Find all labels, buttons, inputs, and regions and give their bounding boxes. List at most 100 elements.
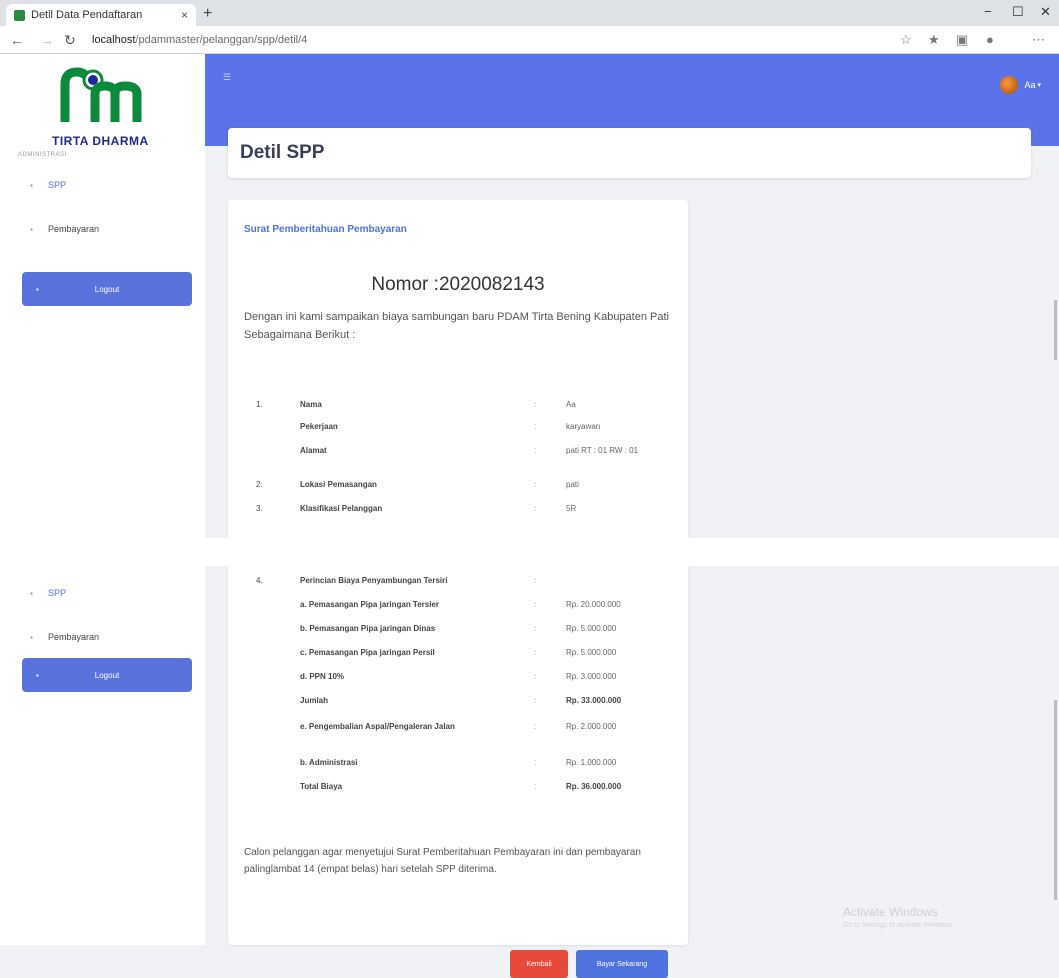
forward-icon[interactable]: → bbox=[40, 32, 54, 48]
scrollbar[interactable] bbox=[1054, 300, 1057, 360]
user-name: Aa bbox=[1024, 80, 1036, 90]
row-colon: : bbox=[534, 722, 537, 731]
page-header: Detil SPP bbox=[228, 128, 1031, 178]
row-value: Aa bbox=[566, 400, 576, 409]
spp-number: Nomor :2020082143 bbox=[371, 274, 545, 295]
row-colon: : bbox=[534, 624, 537, 633]
sidebar: TIRTA DHARMA ADMINISTRASI ▪ SPP ▪ Pembay… bbox=[0, 54, 205, 945]
row-colon: : bbox=[534, 576, 537, 585]
row-value: Rp. 20.000.000 bbox=[566, 600, 621, 609]
logout-button[interactable]: ▪ Logout bbox=[22, 658, 192, 692]
browser-tab[interactable]: Detil Data Pendaftaran × bbox=[6, 4, 196, 26]
capture-divider bbox=[0, 538, 1059, 566]
minimize-icon[interactable]: − bbox=[984, 4, 992, 19]
spp-icon: ▪ bbox=[30, 180, 33, 190]
sidebar-item-label: Pembayaran bbox=[48, 632, 100, 642]
row-label: e. Pengembalian Aspal/Pengaleran Jalan bbox=[300, 722, 455, 731]
tirta-dharma-logo bbox=[60, 67, 142, 122]
row-value: Rp. 1.000.000 bbox=[566, 758, 617, 767]
sidebar-item-label: SPP bbox=[48, 588, 67, 598]
avatar bbox=[1000, 76, 1019, 94]
row-value: pati bbox=[566, 480, 579, 489]
pay-now-button[interactable]: Bayar Sekarang bbox=[576, 950, 668, 978]
logout-icon: ▪ bbox=[36, 670, 39, 680]
row-label: Nama bbox=[300, 400, 322, 409]
activate-windows-title: Activate Windows bbox=[843, 905, 938, 919]
payment-icon: ▪ bbox=[30, 224, 33, 234]
row-number: 2. bbox=[256, 480, 263, 489]
sidebar-item-label: Pembayaran bbox=[48, 224, 100, 234]
chevron-down-icon: ▾ bbox=[1037, 82, 1041, 89]
row-label: b. Administrasi bbox=[300, 758, 358, 767]
row-value: Rp. 33.000.000 bbox=[566, 696, 622, 705]
window-close-icon[interactable]: ✕ bbox=[1040, 4, 1051, 20]
sidebar-heading: ADMINISTRASI bbox=[18, 152, 67, 158]
row-colon: : bbox=[534, 782, 537, 791]
browser-tab-bar: Detil Data Pendaftaran × + − ☐ ✕ bbox=[0, 0, 1059, 26]
row-colon: : bbox=[534, 672, 537, 681]
activate-windows-subtitle: Go to Settings to activate Windows. bbox=[843, 922, 954, 929]
tab-title: Detil Data Pendaftaran bbox=[31, 9, 143, 21]
row-label: Alamat bbox=[300, 446, 327, 455]
row-value: 5R bbox=[566, 504, 577, 513]
star-add-icon[interactable]: ☆ bbox=[900, 32, 912, 48]
more-icon[interactable]: ⋯ bbox=[1032, 32, 1045, 48]
row-value: Rp. 36.000.000 bbox=[566, 782, 622, 791]
row-value: pati RT : 01 RW : 01 bbox=[566, 446, 639, 455]
tab-close-icon[interactable]: × bbox=[181, 8, 188, 22]
row-value: Rp. 5.000.000 bbox=[566, 648, 617, 657]
row-number: 3. bbox=[256, 504, 263, 513]
row-colon: : bbox=[534, 600, 537, 609]
row-colon: : bbox=[534, 422, 537, 431]
maximize-icon[interactable]: ☐ bbox=[1012, 4, 1024, 20]
row-label: Total Biaya bbox=[300, 782, 343, 791]
row-colon: : bbox=[534, 400, 537, 409]
sidebar-item-pembayaran[interactable]: ▪ Pembayaran bbox=[30, 224, 99, 234]
row-label: a. Pemasangan Pipa jaringan Tersier bbox=[300, 600, 440, 609]
row-value: Rp. 2.000.000 bbox=[566, 722, 617, 731]
row-colon: : bbox=[534, 696, 537, 705]
row-value: karyawan bbox=[566, 422, 601, 431]
sidebar-item-label: SPP bbox=[48, 180, 67, 190]
logout-icon: ▪ bbox=[36, 284, 39, 294]
row-value: Rp. 5.000.000 bbox=[566, 624, 617, 633]
row-label: c. Pemasangan Pipa jaringan Persil bbox=[300, 648, 435, 657]
row-label: Klasifikasi Pelanggan bbox=[300, 504, 383, 513]
collections-icon[interactable]: ▣ bbox=[956, 32, 968, 48]
spp-card: Surat Pemberitahuan Pembayaran Nomor :20… bbox=[228, 200, 688, 978]
row-number: 4. bbox=[256, 576, 263, 585]
card-title: Surat Pemberitahuan Pembayaran bbox=[244, 224, 407, 235]
profile-icon[interactable]: ● bbox=[986, 32, 994, 47]
address-bar: ← → ↻ localhost/pdammaster/pelanggan/spp… bbox=[0, 26, 1059, 54]
payment-icon: ▪ bbox=[30, 632, 33, 642]
row-value: Rp. 3.000.000 bbox=[566, 672, 617, 681]
menu-toggle-icon[interactable]: ☰ bbox=[223, 72, 231, 83]
row-label: b. Pemasangan Pipa jaringan Dinas bbox=[300, 624, 436, 633]
row-colon: : bbox=[534, 758, 537, 767]
row-number: 1. bbox=[256, 400, 263, 409]
sidebar-item-pembayaran[interactable]: ▪ Pembayaran bbox=[30, 632, 99, 642]
logout-button[interactable]: ▪ Logout bbox=[22, 272, 192, 306]
page-title: Detil SPP bbox=[240, 142, 325, 163]
row-label: d. PPN 10% bbox=[300, 672, 345, 681]
sidebar-item-spp[interactable]: ▪ SPP bbox=[30, 180, 66, 190]
closing-text: Calon pelanggan agar menyetujui Surat Pe… bbox=[244, 847, 641, 875]
new-tab-icon[interactable]: + bbox=[203, 5, 212, 23]
back-icon[interactable]: ← bbox=[10, 32, 24, 48]
scrollbar[interactable] bbox=[1054, 700, 1057, 900]
url-field[interactable]: localhost/pdammaster/pelanggan/spp/detil… bbox=[92, 34, 307, 46]
row-label: Lokasi Pemasangan bbox=[300, 480, 377, 489]
row-label: Pekerjaan bbox=[300, 422, 338, 431]
favicon-icon bbox=[14, 9, 25, 21]
row-label: Jumlah bbox=[300, 696, 329, 705]
spp-icon: ▪ bbox=[30, 588, 33, 598]
intro-text: Dengan ini kami sampaikan biaya sambunga… bbox=[244, 311, 669, 341]
favorites-icon[interactable]: ★ bbox=[928, 32, 940, 48]
back-button[interactable]: Kembali bbox=[510, 950, 568, 978]
row-colon: : bbox=[534, 648, 537, 657]
logo-text: TIRTA DHARMA bbox=[52, 134, 149, 148]
user-menu[interactable]: Aa ▾ bbox=[1000, 76, 1041, 94]
refresh-icon[interactable]: ↻ bbox=[64, 32, 76, 49]
sidebar-item-spp[interactable]: ▪ SPP bbox=[30, 588, 66, 598]
row-label: Perincian Biaya Penyambungan Tersiri bbox=[300, 576, 448, 585]
